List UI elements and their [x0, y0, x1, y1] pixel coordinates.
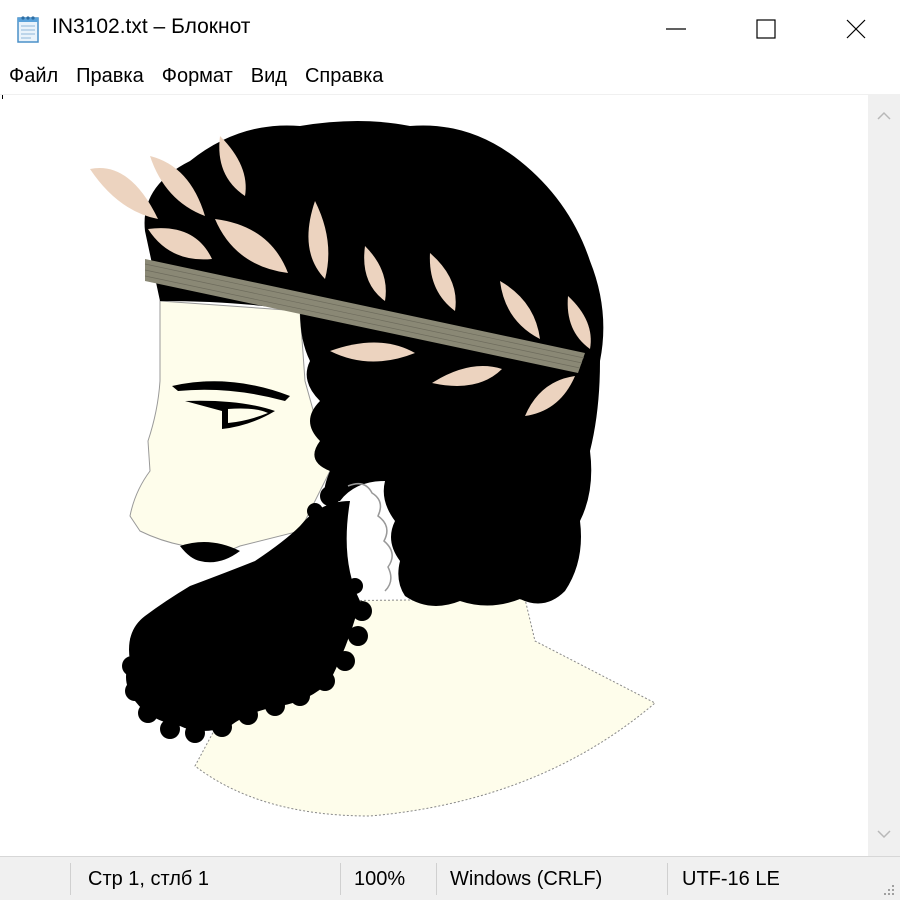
- window-title: IN3102.txt – Блокнот: [52, 15, 251, 38]
- status-divider: [436, 863, 437, 895]
- menu-file[interactable]: Файл: [0, 58, 67, 94]
- text-caret: [2, 95, 3, 99]
- minimize-icon: [666, 28, 686, 30]
- status-divider: [340, 863, 341, 895]
- maximize-button[interactable]: [720, 0, 812, 58]
- status-cursor-position: Стр 1, стлб 1: [88, 868, 210, 890]
- menu-format[interactable]: Формат: [153, 58, 242, 94]
- notepad-window: IN3102.txt – Блокнот Файл Правка Формат …: [0, 0, 900, 900]
- status-encoding: UTF-16 LE: [682, 868, 780, 890]
- minimize-button[interactable]: [630, 0, 722, 58]
- status-zoom: 100%: [354, 868, 406, 890]
- menu-edit[interactable]: Правка: [67, 58, 153, 94]
- maximize-icon: [756, 19, 776, 39]
- close-icon: [846, 19, 866, 39]
- menu-help[interactable]: Справка: [296, 58, 392, 94]
- chevron-down-icon: [877, 830, 891, 839]
- scroll-up-button[interactable]: [868, 100, 900, 132]
- laurel-portrait-image: [90, 121, 656, 817]
- chevron-up-icon: [877, 111, 891, 120]
- notepad-icon: [17, 16, 39, 43]
- title-bar[interactable]: IN3102.txt – Блокнот: [0, 0, 900, 58]
- close-button[interactable]: [810, 0, 900, 58]
- status-divider: [70, 863, 71, 895]
- vertical-scrollbar[interactable]: [868, 94, 900, 856]
- scroll-down-button[interactable]: [868, 818, 900, 850]
- status-divider: [667, 863, 668, 895]
- status-bar: Стр 1, стлб 1 100% Windows (CRLF) UTF-16…: [0, 856, 900, 900]
- status-line-endings: Windows (CRLF): [450, 868, 603, 890]
- resize-grip-icon[interactable]: [882, 883, 896, 897]
- text-editor-area[interactable]: [0, 94, 868, 857]
- menu-bar: Файл Правка Формат Вид Справка: [0, 58, 900, 94]
- menu-view[interactable]: Вид: [242, 58, 296, 94]
- face-shape: [129, 300, 331, 562]
